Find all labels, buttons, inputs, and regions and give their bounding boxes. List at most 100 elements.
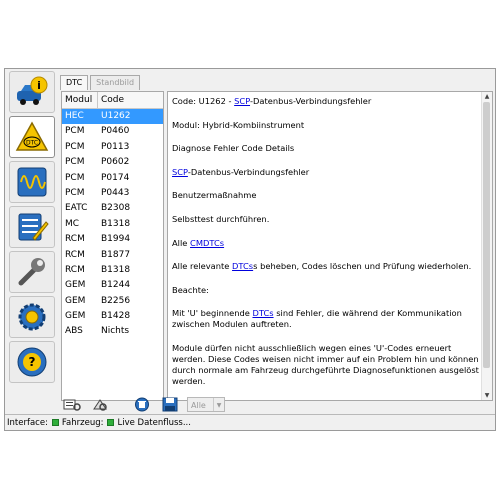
details-scrollbar[interactable]: ▲ ▼	[481, 92, 492, 400]
nav-oscilloscope[interactable]	[9, 161, 55, 203]
status-vehicle-label: Fahrzeug:	[61, 417, 104, 428]
cell-code: B2308	[101, 203, 131, 214]
settings-gear-icon	[18, 303, 46, 331]
cell-modul: RCM	[65, 234, 85, 245]
cell-code: P0174	[101, 172, 130, 183]
details-text: Code: U1262 - SCP-Datenbus-Verbindungsfe…	[172, 96, 480, 400]
cell-modul: MC	[65, 218, 80, 229]
table-row[interactable]: GEM B1428	[62, 309, 163, 324]
cell-code: P0460	[101, 126, 130, 137]
read-codes-button[interactable]	[61, 396, 83, 413]
table-row[interactable]: GEM B2256	[62, 294, 163, 309]
table-row[interactable]: RCM B1877	[62, 248, 163, 263]
details-code-prefix: Code: U1262 -	[172, 96, 235, 106]
table-row[interactable]: GEM B1244	[62, 278, 163, 293]
table-row[interactable]: ABS Nichts	[62, 324, 163, 339]
chevron-down-icon[interactable]: ▼	[213, 397, 224, 411]
details-code-suffix: -Datenbus-Verbindungsfehler	[250, 96, 372, 106]
table-row[interactable]: PCM P0113	[62, 140, 163, 155]
table-row[interactable]: PCM P0460	[62, 124, 163, 139]
cell-code: B1428	[101, 311, 131, 322]
tab-dtc[interactable]: DTC	[60, 75, 89, 90]
details-alle-prefix: Alle	[172, 237, 191, 248]
details-diag-title: Diagnose Fehler Code Details	[172, 143, 295, 154]
cell-code: B1877	[101, 249, 131, 260]
oscilloscope-icon	[17, 167, 47, 197]
toolbar: Alle ▼	[61, 395, 225, 413]
column-header-code[interactable]: Code	[98, 92, 124, 108]
checklist-icon	[18, 213, 49, 241]
help-icon: ?	[17, 347, 47, 377]
scroll-down-icon[interactable]: ▼	[482, 391, 492, 400]
details-diag-suffix: -Datenbus-Verbindungsfehler	[187, 166, 310, 177]
scp-link-2[interactable]: SCP	[172, 167, 188, 177]
save-icon	[162, 397, 178, 411]
svg-text:?: ?	[29, 355, 36, 369]
dtc-details-panel: Code: U1262 - SCP-Datenbus-Verbindungsfe…	[167, 91, 493, 401]
delete-button[interactable]	[131, 396, 153, 413]
cell-code: B1318	[101, 264, 131, 275]
cell-modul: RCM	[65, 264, 85, 275]
tab-standbild[interactable]: Standbild	[90, 75, 141, 90]
scroll-up-icon[interactable]: ▲	[482, 92, 492, 101]
nav-vehicle-info[interactable]: i	[9, 71, 55, 113]
details-alle-line: Alle CMDTCs	[172, 238, 480, 249]
filter-select[interactable]: Alle ▼	[187, 396, 225, 412]
table-row[interactable]: PCM P0602	[62, 155, 163, 170]
app-window: i DTC ? DTC Standbild Modul Code HEC U12…	[4, 68, 496, 431]
scp-link[interactable]: SCP	[234, 96, 250, 106]
nav-help[interactable]: ?	[9, 341, 55, 383]
details-u-prefix: Mit 'U' beginnende	[172, 308, 253, 319]
list-header: Modul Code	[62, 92, 163, 109]
save-button[interactable]	[159, 396, 181, 413]
nav-settings[interactable]	[9, 296, 55, 338]
details-relevant-suffix: s beheben, Codes löschen und Prüfung wie…	[253, 261, 472, 272]
scroll-thumb[interactable]	[483, 102, 490, 368]
table-row[interactable]: RCM B1318	[62, 263, 163, 278]
cell-modul: PCM	[65, 157, 85, 168]
cell-modul: HEC	[65, 111, 84, 121]
cell-modul: RCM	[65, 249, 85, 260]
cell-code: Nichts	[101, 326, 130, 337]
dtc-icon: DTC	[15, 121, 49, 151]
table-row[interactable]: PCM P0174	[62, 171, 163, 186]
details-selbsttest: Selbsttest durchführen.	[172, 213, 270, 224]
cell-modul: PCM	[65, 141, 85, 152]
cmdtcs-link[interactable]: CMDTCs	[190, 238, 224, 248]
delete-icon	[135, 397, 149, 411]
nav-checklist[interactable]	[9, 206, 55, 248]
dtcs-link[interactable]: DTCs	[232, 261, 253, 271]
details-module-text: Module dürfen nicht ausschließlich wegen…	[172, 342, 479, 386]
nav-dtc[interactable]: DTC	[9, 116, 55, 158]
details-benutzer: Benutzermaßnahme	[172, 190, 257, 201]
nav-tools[interactable]	[9, 251, 55, 293]
clear-codes-button[interactable]	[89, 396, 111, 413]
cell-modul: EATC	[65, 203, 88, 214]
cell-modul: GEM	[65, 280, 86, 291]
details-beachte: Beachte:	[172, 284, 209, 295]
vehicle-status-led-icon	[107, 419, 115, 426]
cell-modul: ABS	[65, 326, 83, 337]
vehicle-info-icon: i	[17, 76, 48, 105]
interface-status-led-icon	[51, 419, 59, 426]
column-header-modul[interactable]: Modul	[62, 92, 98, 108]
filter-select-value: Alle	[191, 400, 206, 410]
cell-code: U1262	[101, 111, 131, 121]
side-nav: i DTC ?	[7, 71, 57, 386]
cell-code: P0443	[101, 187, 130, 198]
details-u-line: Mit 'U' beginnende DTCs sind Fehler, die…	[172, 308, 480, 330]
details-relevant-line: Alle relevante DTCss beheben, Codes lösc…	[172, 261, 480, 272]
cell-code: B1244	[101, 280, 131, 291]
dtc-list[interactable]: Modul Code HEC U1262 PCM P0460 PCM P0113 PCM P0…	[61, 91, 164, 401]
dtcs-link-2[interactable]: DTCs	[252, 308, 273, 318]
cell-code: B1318	[101, 218, 131, 229]
table-row[interactable]: PCM P0443	[62, 186, 163, 201]
table-row[interactable]: HEC U1262	[62, 109, 163, 125]
details-code-line: Code: U1262 - SCP-Datenbus-Verbindungsfe…	[172, 96, 480, 107]
details-diag-line: SCP-Datenbus-Verbindungsfehler	[172, 167, 480, 178]
details-relevant-prefix: Alle relevante	[172, 261, 233, 272]
table-row[interactable]: EATC B2308	[62, 201, 163, 216]
table-row[interactable]: MC B1318	[62, 217, 163, 232]
table-row[interactable]: RCM B1994	[62, 232, 163, 247]
tab-bar: DTC Standbild	[60, 75, 142, 90]
